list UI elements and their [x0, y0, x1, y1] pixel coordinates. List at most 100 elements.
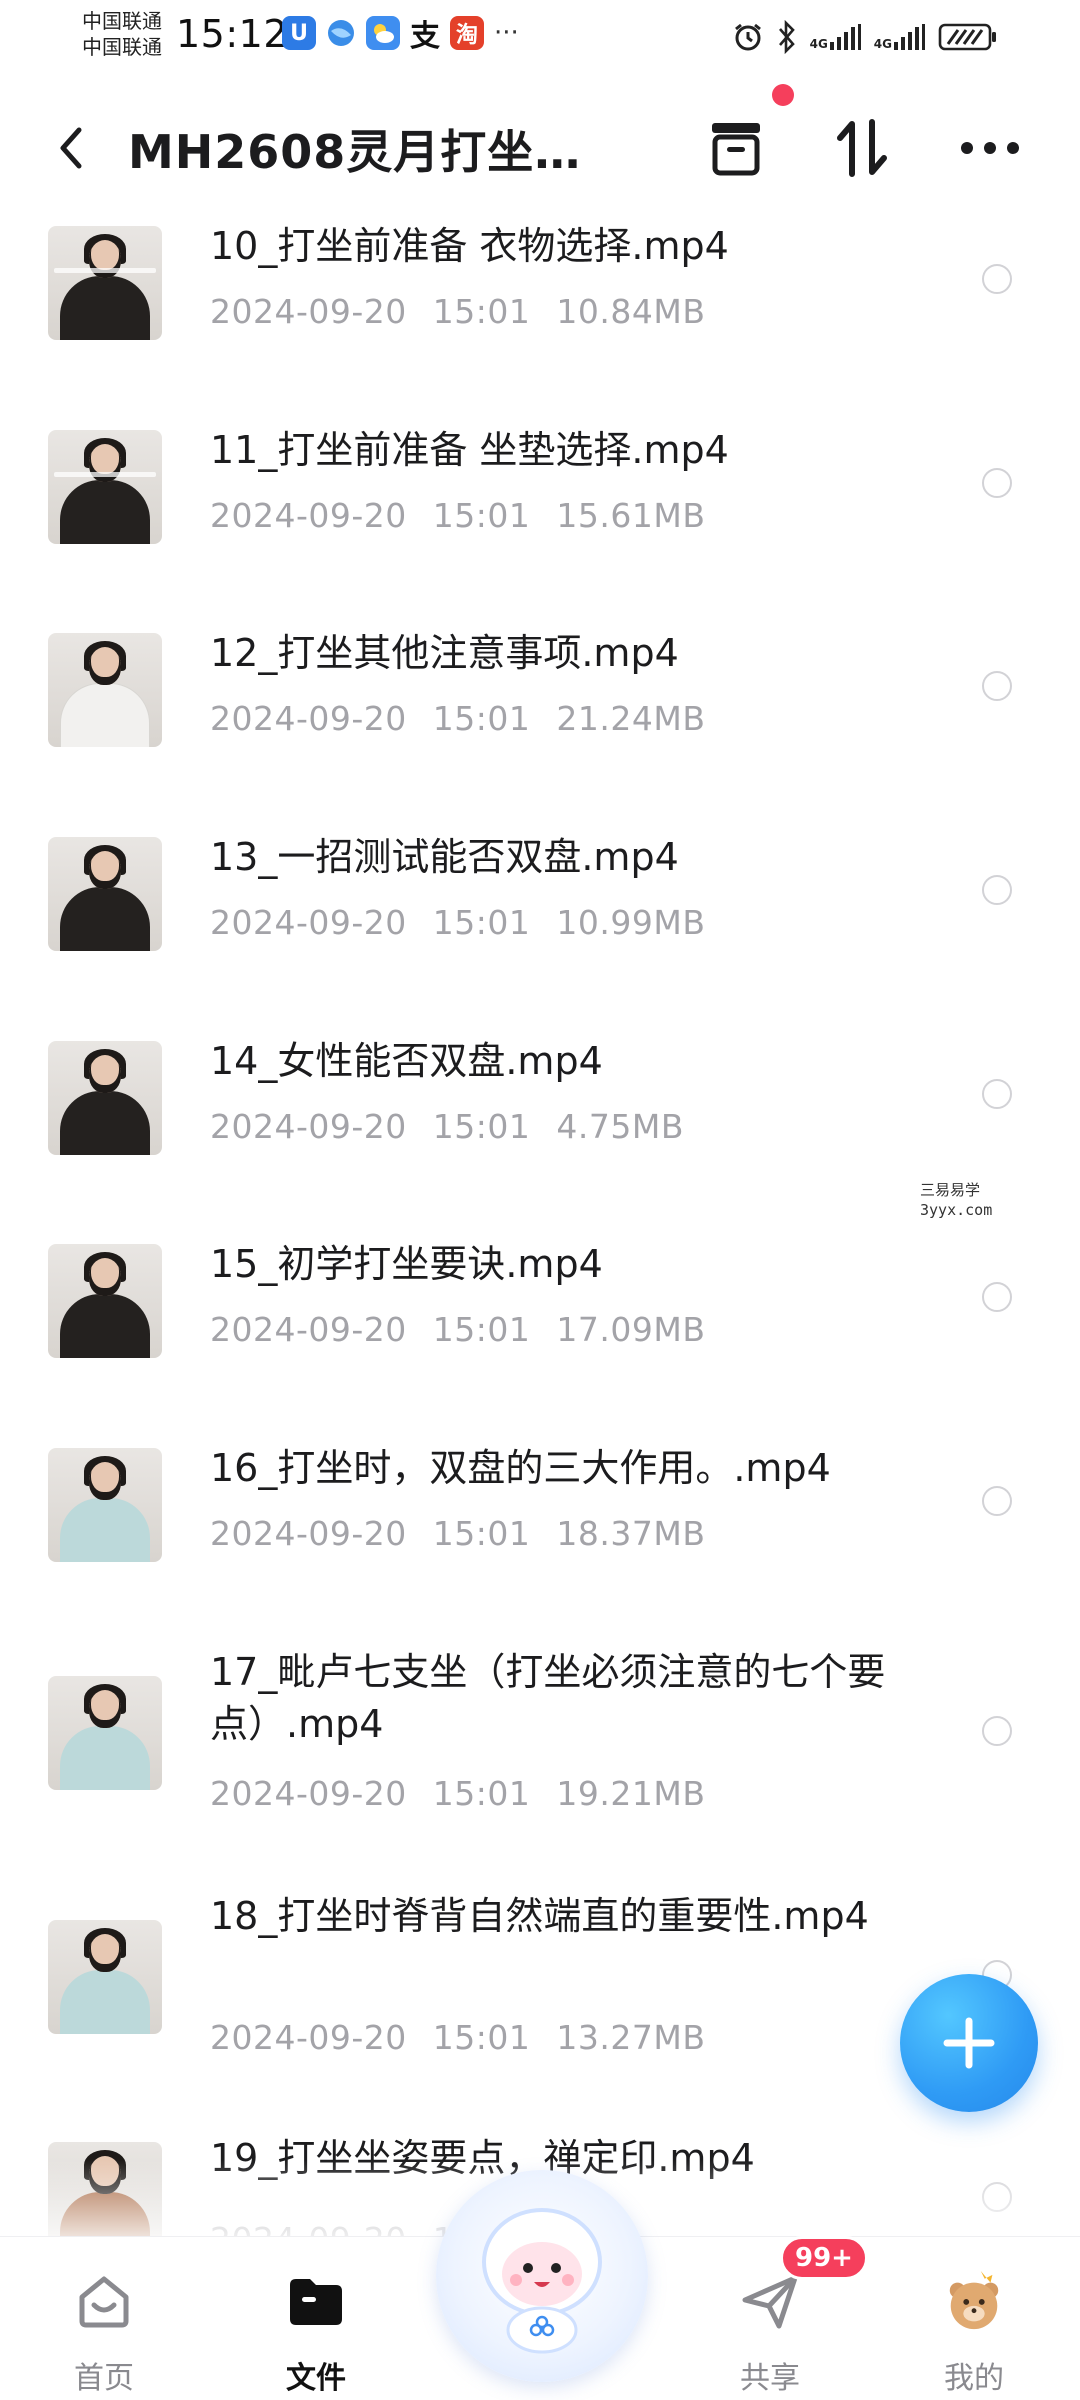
- file-size: 17.09MB: [556, 1310, 706, 1349]
- carrier-labels: 中国联通 中国联通: [82, 8, 162, 60]
- bluetooth-icon: [778, 20, 795, 54]
- status-time: 15:12: [176, 12, 289, 56]
- app-header: MH2608灵月打坐…: [0, 80, 1080, 210]
- back-button[interactable]: [46, 118, 96, 178]
- file-name: 18_打坐时脊背自然端直的重要性.mp4: [210, 1894, 869, 1938]
- file-meta: 2024-09-20 15:01 17.09MB: [210, 1310, 705, 1349]
- mascot-icon: [482, 2208, 602, 2354]
- sim2-signal-icon: 4G: [874, 24, 926, 50]
- nav-label-me: 我的: [944, 2361, 1004, 2396]
- select-checkbox[interactable]: [982, 1716, 1012, 1746]
- file-time: 15:01: [432, 699, 531, 738]
- archive-box-icon: [712, 123, 760, 176]
- nav-label-home: 首页: [74, 2361, 134, 2396]
- screen: 中国联通 中国联通 15:12 U 支 淘 ··· 4G 4G MH2608灵月…: [0, 0, 1080, 2400]
- carrier-1: 中国联通: [82, 9, 162, 33]
- center-mascot-button[interactable]: [436, 2170, 648, 2382]
- file-name: 14_女性能否双盘.mp4: [210, 1039, 603, 1083]
- file-date: 2024-09-20: [210, 1107, 407, 1146]
- status-bar: 中国联通 中国联通 15:12 U 支 淘 ··· 4G 4G: [0, 0, 1080, 70]
- file-name: 15_初学打坐要诀.mp4: [210, 1242, 603, 1286]
- folder-icon: [284, 2269, 348, 2333]
- sort-arrows-icon: [837, 119, 887, 177]
- file-time: 15:01: [432, 903, 531, 942]
- file-name: 12_打坐其他注意事项.mp4: [210, 631, 679, 675]
- file-time: 15:01: [432, 2018, 531, 2057]
- file-size: 15.61MB: [556, 496, 706, 535]
- video-thumbnail: [48, 430, 162, 544]
- file-time: 15:01: [432, 1107, 531, 1146]
- file-meta: 2024-09-20 15:01 21.24MB: [210, 699, 705, 738]
- file-name: 17_毗卢七支坐（打坐必须注意的七个要点）.mp4: [210, 1650, 886, 1746]
- file-name: 16_打坐时，双盘的三大作用。.mp4: [210, 1446, 831, 1490]
- chevron-left-icon: [60, 127, 82, 169]
- file-name: 13_一招测试能否双盘.mp4: [210, 835, 679, 879]
- file-size: 10.99MB: [556, 903, 706, 942]
- share-count-badge: 99+: [780, 2236, 868, 2280]
- weather-icon: [366, 16, 400, 50]
- select-checkbox[interactable]: [982, 1282, 1012, 1312]
- more-dots-icon: [961, 142, 1019, 154]
- home-icon: [72, 2269, 136, 2333]
- select-checkbox[interactable]: [982, 468, 1012, 498]
- nav-item-home[interactable]: 首页: [34, 2253, 174, 2396]
- system-status: 4G 4G: [732, 20, 998, 54]
- battery-charging-icon: [938, 23, 996, 51]
- file-date: 2024-09-20: [210, 1310, 407, 1349]
- file-time: 15:01: [432, 1310, 531, 1349]
- file-size: 21.24MB: [556, 699, 706, 738]
- file-date: 2024-09-20: [210, 699, 407, 738]
- file-size: 13.27MB: [556, 2018, 706, 2057]
- video-thumbnail: [48, 1448, 162, 1562]
- archive-button[interactable]: [696, 108, 776, 188]
- select-checkbox[interactable]: [982, 1079, 1012, 1109]
- page-title: MH2608灵月打坐…: [128, 125, 582, 179]
- file-meta: 2024-09-20 15:01 13.27MB: [210, 2018, 705, 2057]
- file-date: 2024-09-20: [210, 292, 407, 331]
- video-thumbnail: [48, 1920, 162, 2034]
- video-thumbnail: [48, 1676, 162, 1790]
- file-time: 15:01: [432, 1774, 531, 1813]
- taobao-icon: 淘: [450, 16, 484, 50]
- sort-button[interactable]: [822, 108, 902, 188]
- file-meta: 2024-09-20 15:01 19.21MB: [210, 1774, 705, 1813]
- file-date: 2024-09-20: [210, 1514, 407, 1553]
- notification-dot: [772, 84, 794, 106]
- file-time: 15:01: [432, 496, 531, 535]
- file-date: 2024-09-20: [210, 496, 407, 535]
- add-button[interactable]: [900, 1974, 1038, 2112]
- file-meta: 2024-09-20 15:01 4.75MB: [210, 1107, 684, 1146]
- file-name: 11_打坐前准备 坐垫选择.mp4: [210, 428, 729, 472]
- u-app-icon: U: [282, 16, 316, 50]
- send-icon: [738, 2269, 802, 2333]
- file-meta: 2024-09-20 15:01 10.84MB: [210, 292, 705, 331]
- file-size: 18.37MB: [556, 1514, 706, 1553]
- file-date: 2024-09-20: [210, 1774, 407, 1813]
- alipay-icon: 支: [408, 16, 442, 54]
- file-size: 4.75MB: [556, 1107, 684, 1146]
- video-thumbnail: [48, 837, 162, 951]
- video-thumbnail: [48, 226, 162, 340]
- nav-label-share: 共享: [740, 2361, 800, 2396]
- nav-label-files: 文件: [286, 2361, 346, 2396]
- browser-icon: [324, 16, 358, 50]
- sim1-signal-icon: 4G: [810, 24, 862, 50]
- carrier-2: 中国联通: [82, 35, 162, 59]
- select-checkbox[interactable]: [982, 1486, 1012, 1516]
- select-checkbox[interactable]: [982, 875, 1012, 905]
- file-size: 10.84MB: [556, 292, 706, 331]
- nav-item-files[interactable]: 文件: [246, 2253, 386, 2396]
- video-thumbnail: [48, 633, 162, 747]
- file-meta: 2024-09-20 15:01 18.37MB: [210, 1514, 705, 1553]
- select-checkbox[interactable]: [982, 264, 1012, 294]
- bear-avatar-icon: [942, 2269, 1006, 2333]
- more-notifications-icon: ···: [494, 18, 519, 48]
- file-name: 10_打坐前准备 衣物选择.mp4: [210, 224, 729, 268]
- nav-item-me[interactable]: 我的: [904, 2253, 1044, 2396]
- watermark-line-2: 3yyx.com: [920, 1201, 993, 1219]
- more-options-button[interactable]: [950, 108, 1030, 188]
- file-meta: 2024-09-20 15:01 10.99MB: [210, 903, 705, 942]
- file-date: 2024-09-20: [210, 2018, 407, 2057]
- plus-icon: [943, 2017, 995, 2069]
- select-checkbox[interactable]: [982, 671, 1012, 701]
